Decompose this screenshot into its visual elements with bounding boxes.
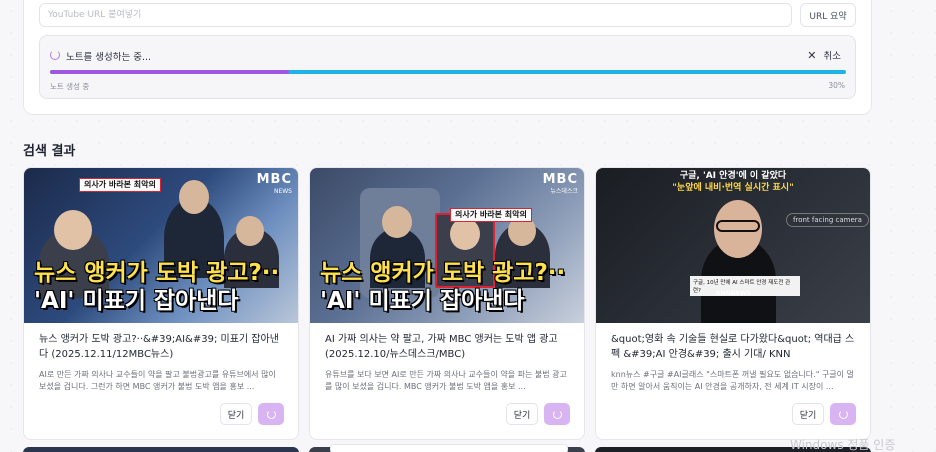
thumbnail-tag: 의사가 바라본 최악의 xyxy=(79,178,161,192)
close-button[interactable]: 닫기 xyxy=(792,403,824,425)
result-card[interactable]: 구글, 'AI 안경'에 이 같았다 "눈앞에 내비·번역 실시간 표시" fr… xyxy=(595,167,871,440)
loading-spinner-icon xyxy=(266,409,276,419)
result-card[interactable]: 의사가 바라본 최악의 MBC NEWS 뉴스 앵커가 도박 광고?·· 'AI… xyxy=(23,167,299,440)
close-button[interactable]: 닫기 xyxy=(506,403,538,425)
result-description: AI로 만든 가짜 의사나 교수들이 약을 팔고 불법광고를 유튜브에서 많이 … xyxy=(39,370,276,391)
glasses-icon xyxy=(716,220,760,232)
windows-activation-watermark: Windows 정품 인증 xyxy=(790,438,896,452)
loading-spinner-icon xyxy=(552,409,562,419)
loading-spinner-icon xyxy=(50,50,60,60)
result-title[interactable]: AI 가짜 의사는 약 팔고, 가짜 MBC 앵커는 도박 앱 광고 (2025… xyxy=(325,332,570,362)
progress-label: 노트를 생성하는 중... xyxy=(66,52,152,63)
youtube-url-input[interactable] xyxy=(39,3,792,27)
knn-logo: KNNNEWS xyxy=(716,290,751,297)
search-results-title: 검색 결과 xyxy=(23,144,76,159)
thumbnail-tag: 의사가 바라본 최악의 xyxy=(450,208,532,222)
thumbnail-headline-line1: 구글, 'AI 안경'에 이 같았다 xyxy=(679,171,787,181)
result-card-peek xyxy=(23,447,299,452)
result-title[interactable]: 뉴스 앵커가 도박 광고?··&#39;AI&#39; 미표기 잡아낸다 (20… xyxy=(39,332,284,362)
thumbnail-headline: 뉴스 앵커가 도박 광고?·· 'AI' 미표기 잡아낸다 xyxy=(320,260,566,314)
progress-sub-status: 노트 생성 중 xyxy=(50,82,90,91)
thumbnail-caption: front facing camera xyxy=(786,213,869,227)
popup-edge xyxy=(330,444,568,452)
result-description: knn뉴스 #구글 #AI글래스 "스마트폰 꺼낼 필요도 없습니다." 구글이… xyxy=(611,370,854,391)
result-description: 유튜브를 보다 보면 AI로 만든 가짜 의사나 교수들이 약을 파는 불법 광… xyxy=(325,370,567,391)
progress-percent: 30% xyxy=(828,81,845,90)
progress-panel: 노트를 생성하는 중... ✕ 취소 노트 생성 중 30% xyxy=(39,35,856,99)
close-icon: ✕ xyxy=(807,48,817,62)
url-summarize-button[interactable]: URL 요약 xyxy=(800,3,856,27)
thumbnail-headline: 뉴스 앵커가 도박 광고?·· 'AI' 미표기 잡아낸다 xyxy=(34,260,280,314)
result-title[interactable]: &quot;영화 속 기술들 현실로 다가왔다&quot; 역대급 스펙 &#3… xyxy=(611,332,856,362)
result-card[interactable]: 의사가 바라본 최악의 MBC 뉴스데스크 뉴스 앵커가 도박 광고?·· 'A… xyxy=(309,167,585,440)
video-thumbnail[interactable]: 의사가 바라본 최악의 MBC 뉴스데스크 뉴스 앵커가 도박 광고?·· 'A… xyxy=(310,168,584,323)
loading-spinner-icon xyxy=(838,409,848,419)
mbc-logo: MBC 뉴스데스크 xyxy=(542,172,578,195)
close-button[interactable]: 닫기 xyxy=(220,403,252,425)
generate-note-button[interactable] xyxy=(258,403,284,425)
generate-note-button[interactable] xyxy=(544,403,570,425)
mbc-logo: MBC NEWS xyxy=(256,172,292,195)
progress-bar-fill xyxy=(50,70,289,74)
cancel-button[interactable]: ✕ 취소 xyxy=(807,48,841,63)
thumbnail-headline-line2: "눈앞에 내비·번역 실시간 표시" xyxy=(672,183,794,193)
video-thumbnail[interactable]: 구글, 'AI 안경'에 이 같았다 "눈앞에 내비·번역 실시간 표시" fr… xyxy=(596,168,870,323)
progress-bar xyxy=(50,70,846,74)
cancel-label: 취소 xyxy=(823,51,841,62)
video-thumbnail[interactable]: 의사가 바라본 최악의 MBC NEWS 뉴스 앵커가 도박 광고?·· 'AI… xyxy=(24,168,298,323)
generate-note-button[interactable] xyxy=(830,403,856,425)
